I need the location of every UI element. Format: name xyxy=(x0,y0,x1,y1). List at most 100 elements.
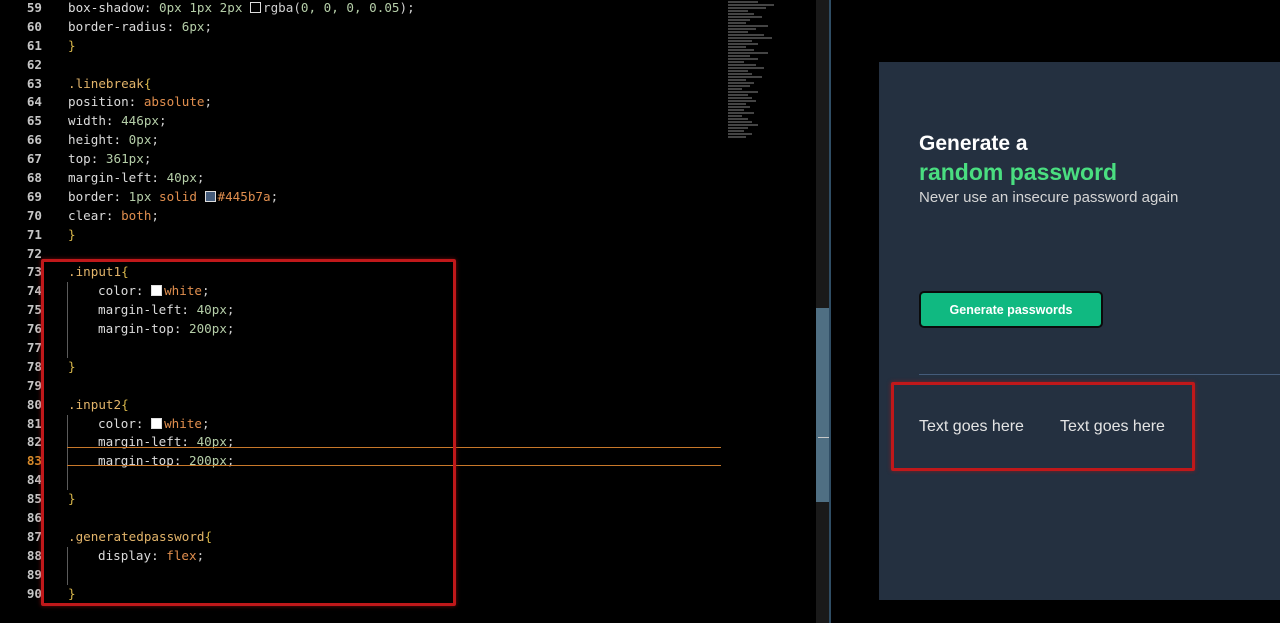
code-token: #445b7a xyxy=(217,188,271,204)
code-text: box-shadow: 0px 1px 2px rgba(0, 0, 0, 0.… xyxy=(42,0,415,18)
code-token: width: xyxy=(68,113,122,129)
code-token: ; xyxy=(159,113,167,129)
code-line[interactable]: 65 width: 446px; xyxy=(0,112,740,131)
line-number: 61 xyxy=(26,37,42,53)
code-token: top: xyxy=(68,151,106,167)
editor-scrollbar[interactable] xyxy=(816,0,829,623)
minimap[interactable] xyxy=(728,0,808,180)
minimap-row xyxy=(728,61,744,63)
minimap-row xyxy=(728,112,754,114)
code-token: solid xyxy=(159,188,205,204)
minimap-row xyxy=(728,121,752,123)
code-line[interactable]: 63 .linebreak{ xyxy=(0,75,740,94)
code-text: border: 1px solid #445b7a; xyxy=(42,188,278,207)
line-number: 89 xyxy=(26,566,42,582)
minimap-row xyxy=(728,28,756,30)
code-token: 40px xyxy=(166,170,197,186)
code-text: height: 0px; xyxy=(42,131,159,150)
line-number: 70 xyxy=(26,207,42,223)
line-number: 63 xyxy=(26,75,42,91)
code-token: 446px xyxy=(121,113,159,129)
minimap-row xyxy=(728,79,746,81)
code-token: position: xyxy=(68,94,144,110)
code-token: 1px xyxy=(128,188,160,204)
code-text: border-radius: 6px; xyxy=(42,18,212,37)
minimap-row xyxy=(728,16,762,18)
minimap-row xyxy=(728,100,756,102)
password-card: Generate a random password Never use an … xyxy=(879,62,1280,600)
minimap-row xyxy=(728,31,748,33)
line-number: 64 xyxy=(26,94,42,110)
code-token: margin-left: xyxy=(68,170,167,186)
line-number: 68 xyxy=(26,170,42,186)
minimap-row xyxy=(728,94,748,96)
minimap-row xyxy=(728,19,750,21)
heading-line-1: Generate a xyxy=(919,132,1028,155)
line-number: 62 xyxy=(26,56,42,72)
code-line[interactable]: 64 position: absolute; xyxy=(0,93,740,112)
color-swatch-icon[interactable] xyxy=(204,190,216,202)
minimap-row xyxy=(728,1,758,3)
code-text: position: absolute; xyxy=(42,93,212,112)
line-number: 59 xyxy=(26,0,42,15)
code-token: box-shadow: xyxy=(68,0,159,15)
code-token: 0, 0, 0, 0.05 xyxy=(300,0,400,15)
code-token: absolute xyxy=(143,94,205,110)
minimap-row xyxy=(728,22,746,24)
code-line[interactable]: 68 margin-left: 40px; xyxy=(0,169,740,188)
minimap-row xyxy=(728,25,768,27)
code-line[interactable]: 67 top: 361px; xyxy=(0,150,740,169)
code-text: .linebreak{ xyxy=(42,75,151,94)
line-number: 76 xyxy=(26,321,42,337)
code-line[interactable]: 62 xyxy=(0,56,740,75)
generate-passwords-button[interactable]: Generate passwords xyxy=(919,291,1103,328)
code-line[interactable]: 60 border-radius: 6px; xyxy=(0,18,740,37)
code-token: ; xyxy=(204,18,213,34)
code-token: 0px 1px 2px xyxy=(159,0,250,15)
line-number: 66 xyxy=(26,132,42,148)
code-token: } xyxy=(68,226,76,242)
annotation-box-css xyxy=(41,259,456,606)
code-editor[interactable]: 59 box-shadow: 0px 1px 2px rgba(0, 0, 0, … xyxy=(0,0,816,623)
code-token: ; xyxy=(151,132,160,148)
line-number: 67 xyxy=(26,151,42,167)
code-line[interactable]: 70 clear: both; xyxy=(0,207,740,226)
code-token: height: xyxy=(68,132,129,148)
code-token: ); xyxy=(399,0,415,15)
minimap-row xyxy=(728,70,748,72)
code-line[interactable]: 71} xyxy=(0,226,740,245)
scrollbar-thumb[interactable] xyxy=(816,308,829,502)
minimap-row xyxy=(728,91,758,93)
minimap-row xyxy=(728,106,750,108)
line-number: 75 xyxy=(26,302,42,318)
code-line[interactable]: 69 border: 1px solid #445b7a; xyxy=(0,188,740,207)
minimap-row xyxy=(728,130,744,132)
minimap-row xyxy=(728,40,752,42)
annotation-box-preview xyxy=(891,382,1195,471)
code-token: ; xyxy=(143,151,152,167)
code-token: 361px xyxy=(105,151,144,167)
browser-preview: Generate a random password Never use an … xyxy=(831,0,1280,623)
code-line[interactable]: 66 height: 0px; xyxy=(0,131,740,150)
line-number: 74 xyxy=(26,283,42,299)
minimap-row xyxy=(728,67,764,69)
minimap-row xyxy=(728,136,746,138)
minimap-row xyxy=(728,76,762,78)
line-number: 80 xyxy=(26,396,42,412)
code-text: } xyxy=(42,37,76,56)
code-line[interactable]: 61} xyxy=(0,37,740,56)
minimap-row xyxy=(728,97,752,99)
minimap-row xyxy=(728,115,742,117)
minimap-row xyxy=(728,10,748,12)
minimap-row xyxy=(728,37,772,39)
code-token: 6px xyxy=(181,18,205,34)
code-token: clear: xyxy=(68,207,122,223)
code-line[interactable]: 59 box-shadow: 0px 1px 2px rgba(0, 0, 0, … xyxy=(0,0,740,18)
line-number: 87 xyxy=(26,528,42,544)
minimap-row xyxy=(728,127,748,129)
color-swatch-icon[interactable] xyxy=(250,2,261,13)
heading-line-2: random password xyxy=(919,159,1118,185)
code-token: ; xyxy=(270,188,279,204)
minimap-row xyxy=(728,109,744,111)
code-token: both xyxy=(121,207,152,223)
